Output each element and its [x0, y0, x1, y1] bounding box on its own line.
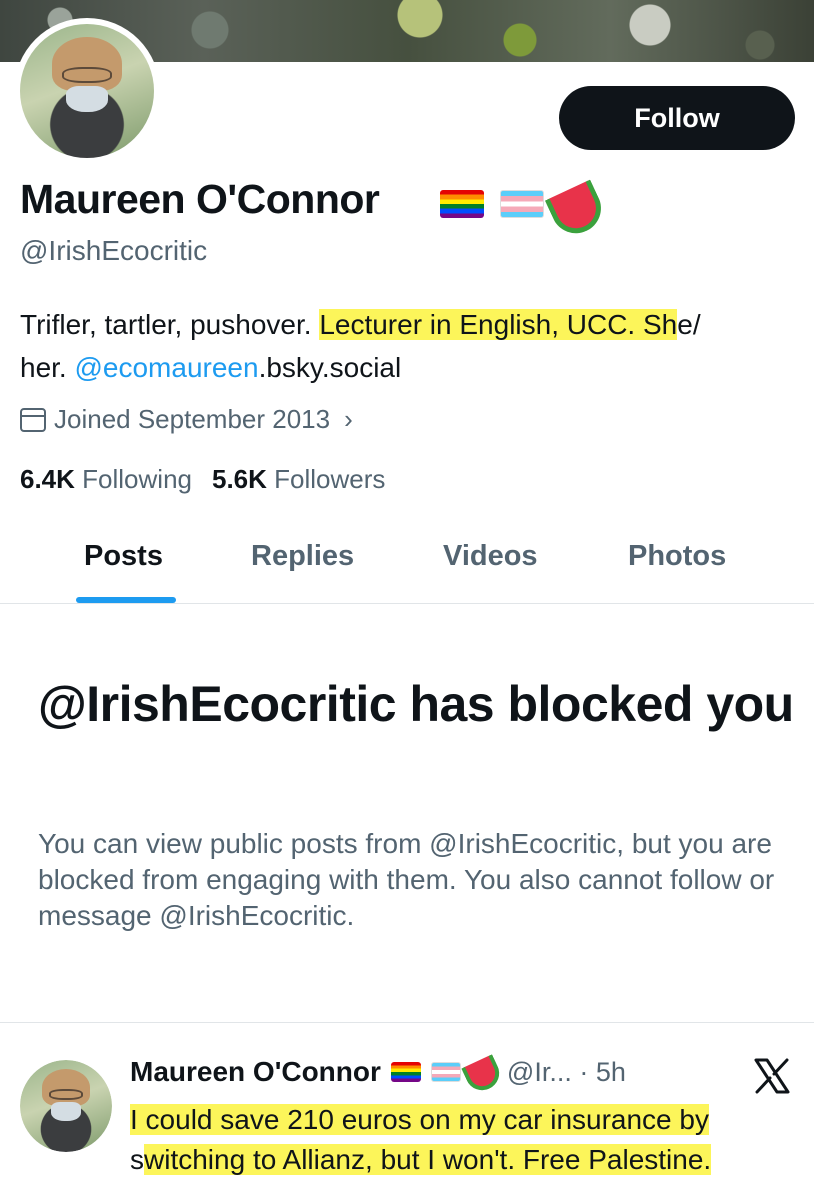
- rainbow-flag-icon: [440, 190, 484, 218]
- x-logo-icon: [754, 1058, 790, 1094]
- chevron-right-icon: ›: [344, 404, 353, 434]
- bio-text: .bsky.social: [258, 352, 402, 383]
- tweet-header: Maureen O'Connor @Ir... · 5h: [130, 1056, 626, 1088]
- bio-text: Trifler, tartler, pushover.: [20, 309, 320, 340]
- follow-button[interactable]: Follow: [559, 86, 795, 150]
- watermelon-icon: [550, 182, 594, 226]
- tweet-handle-time[interactable]: @Ir... · 5h: [507, 1057, 626, 1088]
- profile-handle: @IrishEcocritic: [20, 235, 208, 266]
- active-tab-indicator: [76, 597, 176, 603]
- tweet-text-line: I could save 210 euros on my car insuran…: [130, 1104, 709, 1135]
- tweet-text: I could save 210 euros on my car insuran…: [130, 1100, 810, 1180]
- tweet-avatar[interactable]: [20, 1060, 112, 1152]
- tweet-name-emojis: [390, 1057, 495, 1087]
- tweet-text-line: witching to Allianz, but I won't. Free P…: [144, 1144, 712, 1175]
- profile-bio: Trifler, tartler, pushover. Lecturer in …: [20, 303, 800, 389]
- bio-text: her.: [20, 352, 75, 383]
- following-link[interactable]: 6.4K Following: [20, 464, 192, 495]
- followers-link[interactable]: 5.6K Followers: [212, 464, 385, 495]
- joined-label: Joined September 2013: [54, 404, 331, 434]
- bio-highlight: Lecturer in English, UCC. Sh: [319, 309, 678, 340]
- profile-tabs: Posts Replies Videos Photos: [0, 520, 814, 604]
- joined-date[interactable]: Joined September 2013 ›: [20, 404, 353, 435]
- follow-counts: 6.4K Following 5.6K Followers: [20, 464, 385, 495]
- divider: [0, 1022, 814, 1023]
- name-emojis: [440, 182, 594, 226]
- rainbow-flag-icon: [390, 1062, 421, 1082]
- bio-text: e/: [677, 309, 701, 340]
- watermelon-icon: [465, 1057, 495, 1087]
- bio-link[interactable]: @ecomaureen: [74, 352, 258, 383]
- blocked-title: @IrishEcocritic has blocked you: [38, 676, 794, 732]
- following-label: Following: [82, 464, 192, 494]
- calendar-icon: [20, 407, 46, 432]
- display-name: Maureen O'Connor: [20, 176, 380, 222]
- followers-label: Followers: [274, 464, 386, 494]
- tweet-author-name[interactable]: Maureen O'Connor: [130, 1056, 381, 1088]
- trans-flag-icon: [430, 1062, 461, 1082]
- trans-flag-icon: [500, 190, 544, 218]
- tab-photos[interactable]: Photos: [628, 540, 726, 573]
- followers-count: 5.6K: [211, 464, 267, 494]
- blocked-message: You can view public posts from @IrishEco…: [38, 828, 775, 931]
- tab-videos[interactable]: Videos: [443, 540, 538, 573]
- tab-replies[interactable]: Replies: [251, 540, 354, 573]
- tweet-text-line: s: [130, 1144, 144, 1175]
- following-count: 6.4K: [20, 464, 75, 494]
- tab-posts[interactable]: Posts: [84, 540, 163, 573]
- profile-avatar[interactable]: [14, 18, 160, 164]
